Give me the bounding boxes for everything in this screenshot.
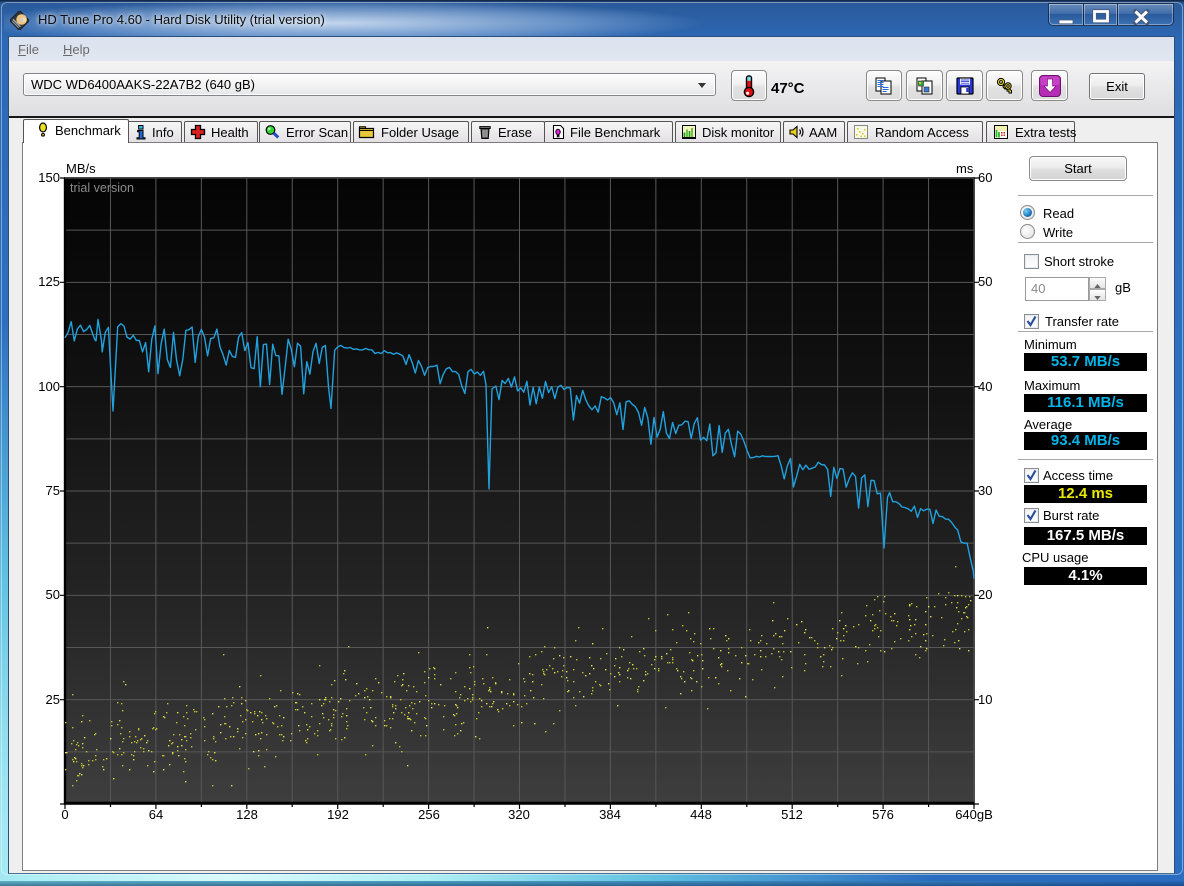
- svg-text:trial version: trial version: [70, 181, 134, 195]
